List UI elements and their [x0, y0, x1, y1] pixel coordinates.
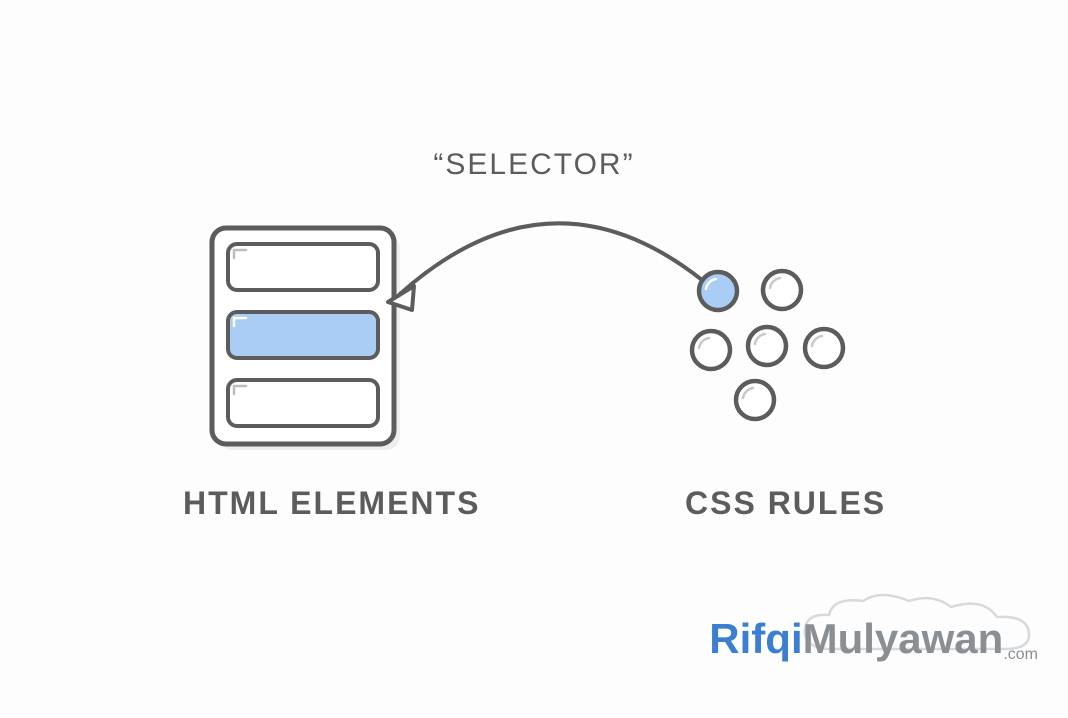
css-rule-circle-highlighted	[699, 272, 737, 310]
css-rule-circle-4	[748, 327, 786, 365]
html-element-row-2-highlighted	[228, 312, 378, 358]
html-element-row-1	[228, 244, 378, 290]
diagram-canvas: “SELECTOR”	[0, 0, 1068, 713]
css-rules-circles	[692, 271, 843, 419]
css-rule-circle-5	[805, 329, 843, 367]
selector-title-label: “SELECTOR”	[0, 148, 1068, 182]
html-element-row-3	[228, 380, 378, 426]
selector-arrow	[388, 223, 702, 310]
watermark-text: RifqiMulyawan.com	[709, 615, 1038, 663]
watermark-part3: .com	[1003, 646, 1038, 663]
html-elements-label: HTML ELEMENTS	[183, 485, 480, 522]
css-rules-label: CSS RULES	[685, 485, 886, 522]
watermark-part2: Mulyawan	[803, 615, 1004, 662]
html-elements-box	[212, 228, 400, 450]
css-rule-circle-6	[736, 381, 774, 419]
css-rule-circle-3	[692, 331, 730, 369]
watermark-part1: Rifqi	[709, 615, 802, 662]
css-rule-circle-2	[763, 271, 801, 309]
